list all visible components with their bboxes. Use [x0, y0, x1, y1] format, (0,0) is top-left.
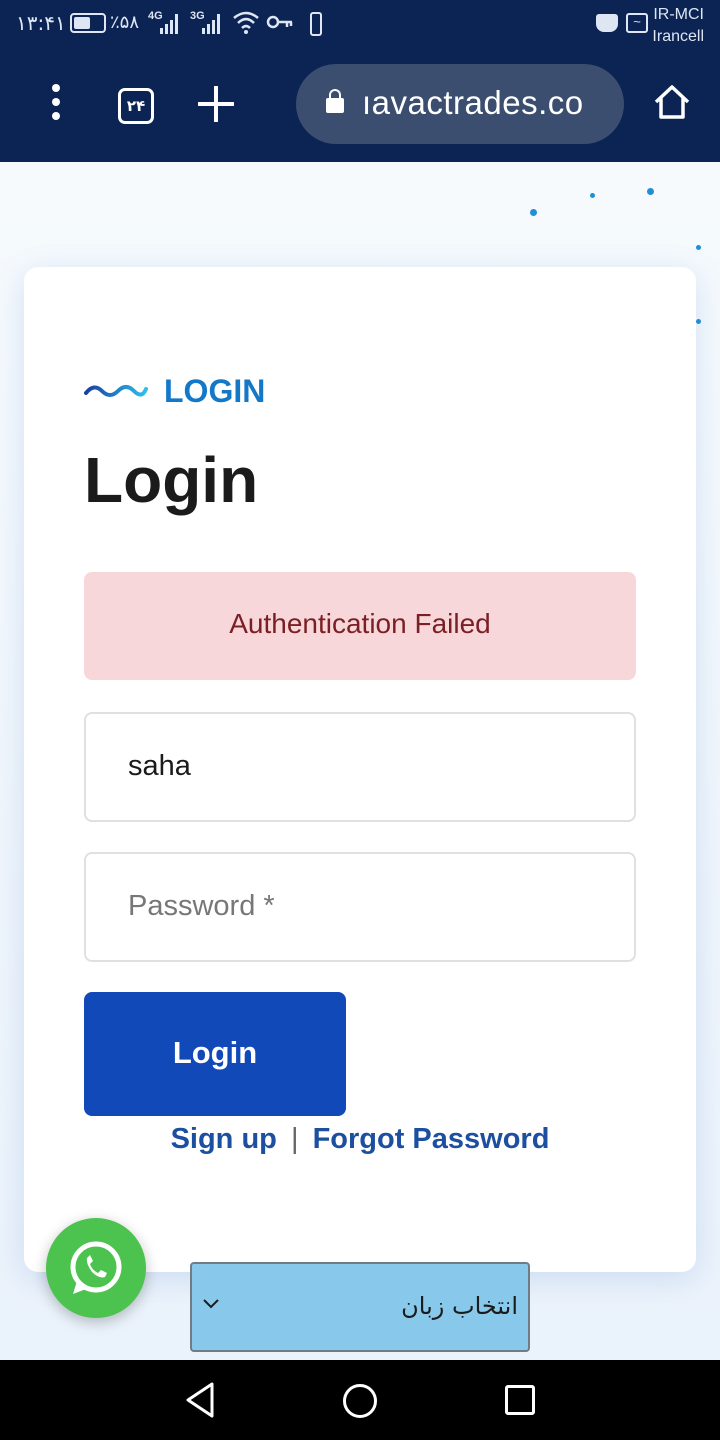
- forgot-password-link[interactable]: Forgot Password: [313, 1123, 550, 1155]
- home-icon[interactable]: [652, 82, 692, 122]
- login-button[interactable]: Login: [84, 992, 346, 1116]
- decor-dot: [647, 188, 654, 195]
- home-circle-icon[interactable]: [343, 1384, 377, 1418]
- decor-dot: [590, 193, 595, 198]
- battery-percentage: ٪۵۸: [110, 12, 140, 33]
- page-content: LOGIN Login Authentication Failed saha P…: [0, 162, 720, 1360]
- decor-dot: [696, 245, 701, 250]
- decor-dot: [696, 319, 701, 324]
- language-select[interactable]: انتخاب زبان: [190, 1262, 530, 1352]
- chevron-down-icon: [203, 1299, 219, 1309]
- status-bar: ۱۳:۴۱ ٪۵۸ 4G 3G ~ IR-MCI Irancell: [0, 0, 720, 52]
- eyebrow-label: LOGIN: [164, 373, 266, 409]
- signal-icon: [160, 14, 182, 34]
- url-text: ıavactrades.co: [362, 84, 584, 121]
- wifi-icon: [232, 10, 260, 40]
- decor-dot: [530, 209, 537, 216]
- back-icon[interactable]: [182, 1380, 218, 1420]
- system-nav-bar: [0, 1360, 720, 1440]
- login-card: LOGIN Login Authentication Failed saha P…: [24, 267, 696, 1272]
- password-placeholder: Password *: [128, 890, 275, 922]
- carrier-1: IR-MCI: [653, 6, 704, 23]
- url-bar[interactable]: ıavactrades.co: [296, 64, 624, 144]
- vibrate-icon: [302, 12, 330, 36]
- page-title: Login: [84, 444, 259, 516]
- links-separator: |: [290, 1123, 299, 1155]
- username-value: saha: [128, 750, 191, 782]
- new-tab-plus-icon[interactable]: [198, 86, 234, 122]
- tabs-count-button[interactable]: ۲۴: [118, 88, 154, 124]
- activity-icon: ~: [626, 13, 648, 33]
- status-time: ۱۳:۴۱: [16, 11, 66, 35]
- auth-links: Sign up | Forgot Password: [24, 1123, 696, 1156]
- whatsapp-icon[interactable]: [46, 1218, 146, 1318]
- shop-icon: [596, 14, 618, 32]
- language-select-label: انتخاب زبان: [401, 1292, 518, 1320]
- menu-dots-icon[interactable]: [40, 84, 72, 124]
- browser-toolbar: ۲۴ ıavactrades.co: [0, 52, 720, 162]
- username-field[interactable]: saha: [84, 712, 636, 822]
- lock-icon: [326, 89, 344, 113]
- carrier-info: IR-MCI Irancell: [652, 4, 704, 48]
- key-icon: [266, 8, 294, 43]
- password-field[interactable]: Password *: [84, 852, 636, 962]
- signal-icon-2: [202, 14, 224, 34]
- battery-icon: [70, 13, 106, 33]
- error-alert: Authentication Failed: [84, 572, 636, 680]
- wave-icon: [84, 385, 148, 397]
- carrier-2: Irancell: [652, 28, 704, 45]
- recent-apps-icon[interactable]: [505, 1385, 535, 1415]
- signup-link[interactable]: Sign up: [171, 1123, 277, 1155]
